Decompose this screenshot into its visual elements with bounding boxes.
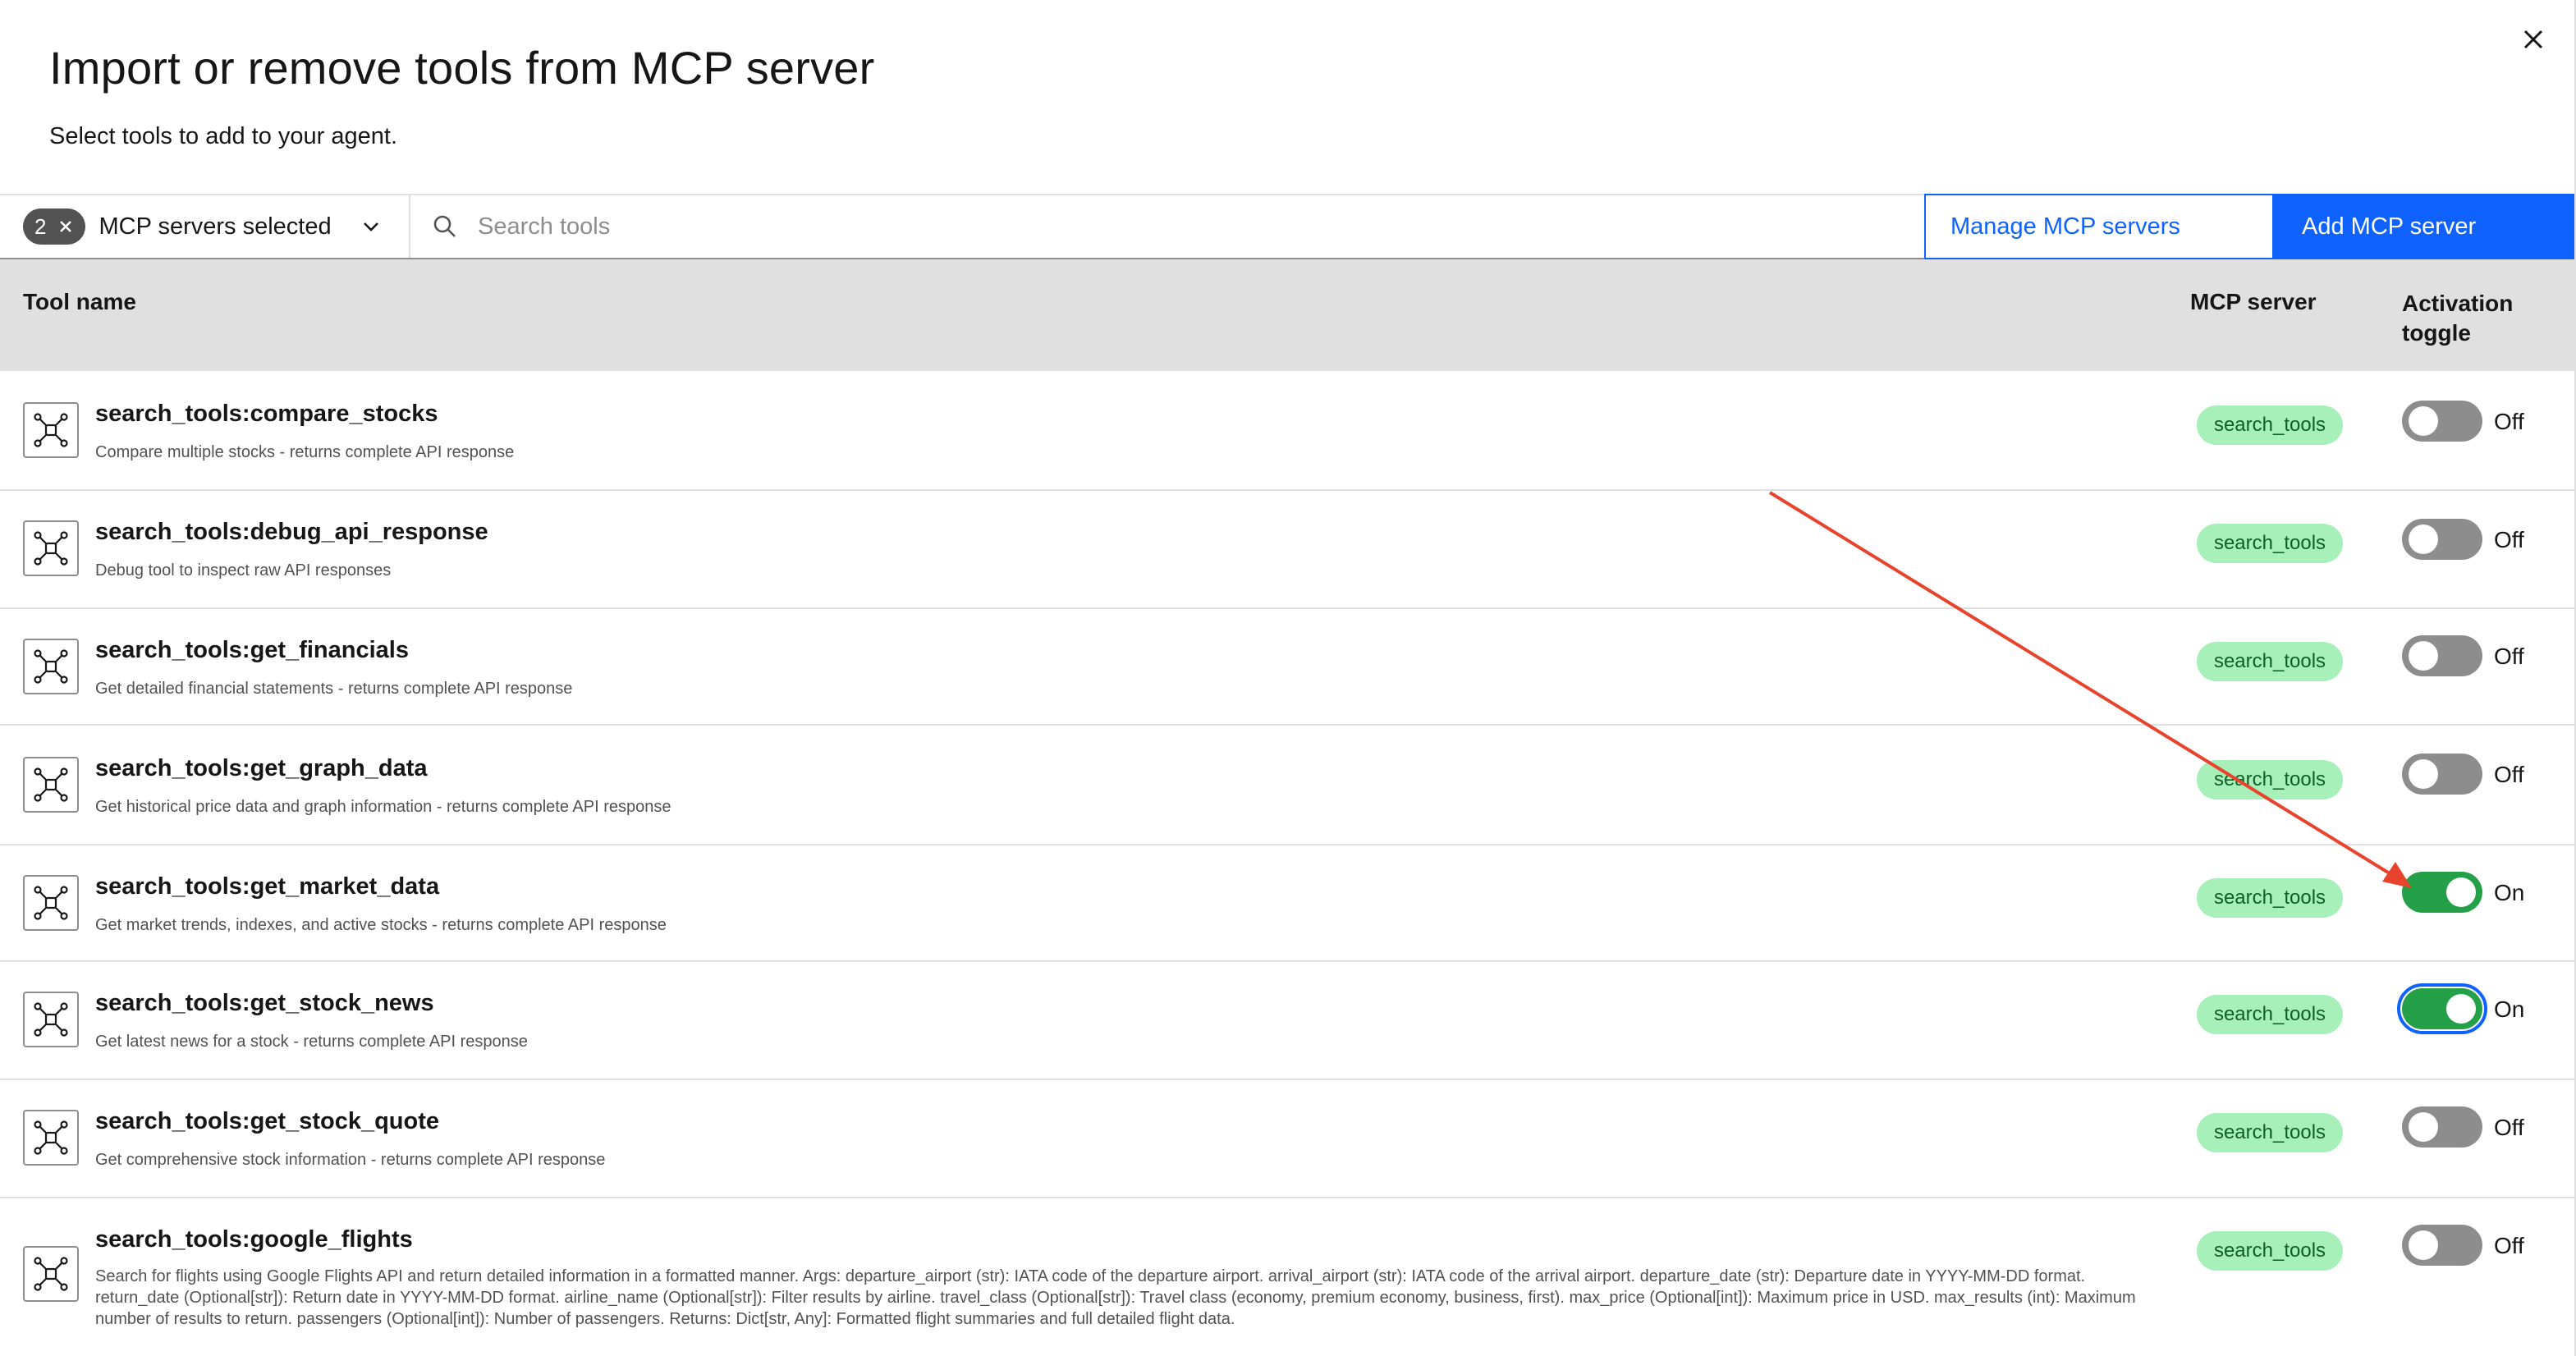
mcp-server-tag: search_tools — [2197, 642, 2343, 681]
toggle-status: Off — [2494, 1115, 2524, 1140]
header-mcp-server: MCP server — [2190, 289, 2317, 314]
toggle-status: Off — [2494, 1233, 2524, 1258]
mcp-server-tag: search_tools — [2197, 878, 2343, 918]
tool-name: search_tools:compare_stocks — [95, 401, 438, 427]
search-input[interactable] — [476, 212, 1629, 241]
search-bar — [410, 195, 1924, 258]
import-tools-dialog: Import or remove tools from MCP server S… — [0, 0, 2576, 1356]
table-row: search_tools:get_stock_news Get latest n… — [0, 962, 2574, 1080]
clear-icon — [60, 221, 72, 232]
mcp-tool-icon — [23, 1110, 79, 1166]
mcp-tool-icon — [23, 875, 79, 931]
mcp-tool-icon — [23, 639, 79, 694]
tool-description: Get market trends, indexes, and active s… — [95, 916, 667, 934]
selected-count-tag: 2 — [23, 208, 86, 245]
tool-description: Compare multiple stocks - returns comple… — [95, 443, 515, 461]
mcp-tool-icon — [23, 757, 79, 813]
toggle-status: Off — [2494, 409, 2524, 434]
dialog-subtitle: Select tools to add to your agent. — [49, 123, 397, 149]
mcp-server-tag: search_tools — [2197, 405, 2343, 445]
activation-toggle[interactable] — [2402, 1106, 2482, 1148]
tool-name: search_tools:debug_api_response — [95, 519, 488, 545]
activation-toggle[interactable] — [2402, 635, 2482, 676]
mcp-server-tag: search_tools — [2197, 1113, 2343, 1152]
search-icon — [433, 215, 456, 237]
activation-toggle[interactable] — [2397, 983, 2487, 1034]
table-row: search_tools:get_graph_data Get historic… — [0, 726, 2574, 845]
chevron-down-icon — [363, 222, 378, 231]
mcp-server-tag: search_tools — [2197, 1231, 2343, 1271]
clear-selection-button[interactable] — [54, 215, 77, 238]
tool-name: search_tools:google_flights — [95, 1226, 413, 1253]
table-row: search_tools:get_market_data Get market … — [0, 845, 2574, 962]
toggle-status: Off — [2494, 644, 2524, 669]
tool-name: search_tools:get_market_data — [95, 873, 440, 900]
toolbar: 2 MCP servers selected Manage MCP server… — [0, 194, 2574, 259]
toggle-status: On — [2494, 880, 2525, 905]
activation-toggle[interactable] — [2402, 872, 2482, 913]
tool-description: Get historical price data and graph info… — [95, 798, 672, 816]
table-row: search_tools:get_stock_quote Get compreh… — [0, 1080, 2574, 1198]
tool-description: Debug tool to inspect raw API responses — [95, 561, 392, 580]
add-mcp-server-button[interactable]: Add MCP server — [2274, 194, 2574, 259]
activation-toggle[interactable] — [2402, 401, 2482, 442]
mcp-tool-icon — [23, 1246, 79, 1302]
mcp-tool-icon — [23, 992, 79, 1047]
table-row: search_tools:google_flights Search for f… — [0, 1198, 2574, 1356]
mcp-server-tag: search_tools — [2197, 760, 2343, 799]
toggle-status: On — [2494, 996, 2525, 1022]
table-row: search_tools:get_financials Get detailed… — [0, 609, 2574, 726]
tool-description: Get comprehensive stock information - re… — [95, 1151, 606, 1169]
toggle-status: Off — [2494, 762, 2524, 787]
table-row: search_tools:debug_api_response Debug to… — [0, 491, 2574, 609]
mcp-tool-icon — [23, 402, 79, 458]
dialog-title: Import or remove tools from MCP server — [49, 42, 875, 94]
manage-mcp-servers-button[interactable]: Manage MCP servers — [1924, 194, 2274, 259]
toggle-status: Off — [2494, 527, 2524, 552]
mcp-server-tag: search_tools — [2197, 524, 2343, 563]
header-tool-name: Tool name — [23, 289, 136, 314]
activation-toggle[interactable] — [2402, 754, 2482, 795]
tool-name: search_tools:get_stock_news — [95, 990, 434, 1016]
table-header: Tool name MCP server Activation toggle — [0, 259, 2574, 371]
header-activation-toggle: Activation toggle — [2402, 291, 2514, 346]
servers-selected-label: MCP servers selected — [99, 213, 332, 240]
close-icon — [2523, 30, 2543, 49]
mcp-tool-icon — [23, 520, 79, 576]
tool-description: Get latest news for a stock - returns co… — [95, 1033, 528, 1051]
tool-name: search_tools:get_stock_quote — [95, 1108, 440, 1134]
mcp-server-multiselect[interactable]: 2 MCP servers selected — [0, 195, 410, 258]
table-row: search_tools:compare_stocks Compare mult… — [0, 371, 2574, 491]
tool-description: Get detailed financial statements - retu… — [95, 680, 573, 698]
activation-toggle[interactable] — [2402, 1225, 2482, 1266]
tool-name: search_tools:get_graph_data — [95, 755, 428, 781]
close-button[interactable] — [2514, 20, 2553, 59]
selected-count: 2 — [34, 213, 47, 239]
mcp-server-tag: search_tools — [2197, 995, 2343, 1034]
tool-description: Search for flights using Google Flights … — [95, 1267, 2136, 1328]
activation-toggle[interactable] — [2402, 519, 2482, 560]
tool-name: search_tools:get_financials — [95, 637, 409, 663]
